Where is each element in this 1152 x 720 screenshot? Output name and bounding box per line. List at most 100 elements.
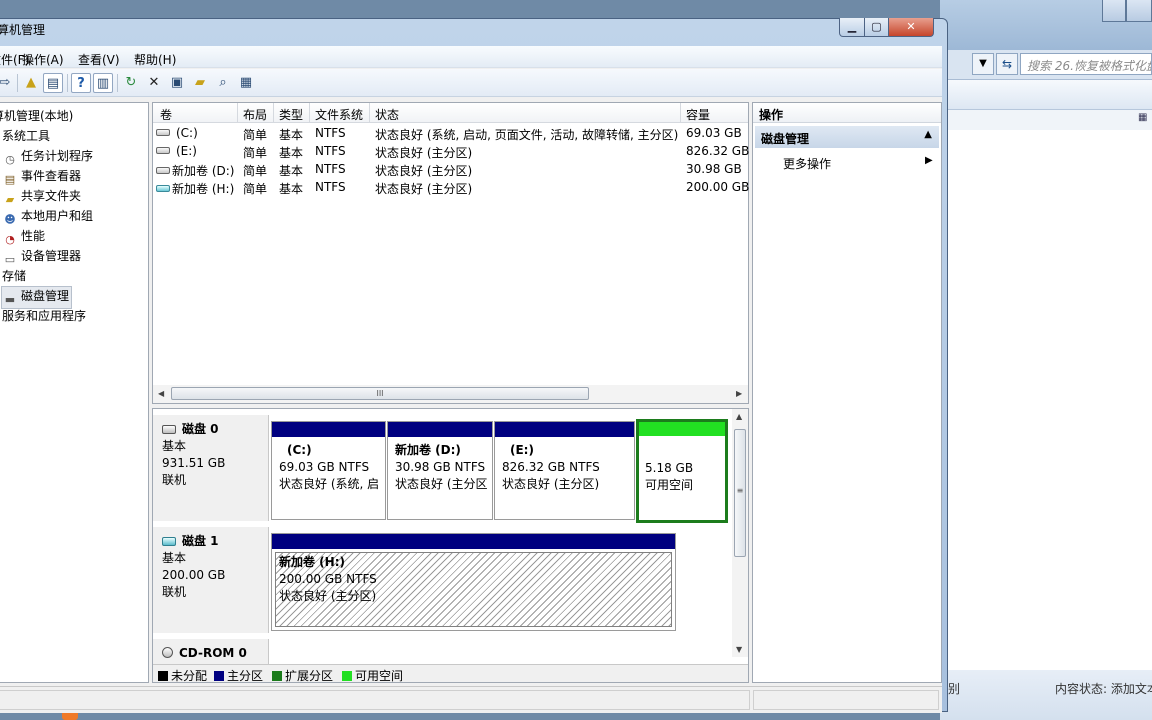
tree-item-label: 本地用户和组 — [21, 209, 94, 223]
col-header-volume[interactable]: 卷 — [160, 106, 172, 123]
volume-disk-icon — [156, 129, 170, 136]
users-icon: ☻ — [4, 213, 16, 226]
volume-cell: (E:) — [156, 144, 197, 158]
magnifier-icon[interactable]: ⌕ — [213, 73, 233, 93]
event-log-icon: ▤ — [4, 173, 16, 186]
disk-1-label[interactable]: 磁盘 1 基本 200.00 GB 联机 — [153, 527, 269, 633]
legend-label: 扩展分区 — [285, 669, 334, 683]
device-manager-icon: ▭ — [4, 253, 16, 266]
volume-cell: 新加卷 (H:) — [156, 180, 234, 197]
partition-size: 200.00 GB NTFS — [279, 572, 377, 586]
actions-section-disk-management[interactable]: 磁盘管理 ▲ — [755, 126, 939, 148]
volume-name: 新加卷 (H:) — [172, 182, 235, 196]
collapse-icon[interactable]: ▲ — [924, 129, 932, 140]
view-options-icon[interactable]: ▦ — [1138, 112, 1150, 124]
tree-item-shared-folders[interactable]: ▰ 共享文件夹 — [2, 187, 81, 208]
scroll-up-icon[interactable]: ▲ — [736, 412, 742, 421]
partition-bar — [272, 422, 385, 437]
submenu-arrow-icon[interactable]: ▶ — [925, 155, 933, 166]
tree-item-computer-management[interactable]: 算机管理(本地) — [0, 107, 73, 124]
filesystem-cell: NTFS — [315, 162, 346, 176]
tree-item-storage[interactable]: 存储 — [2, 267, 26, 284]
maximize-button[interactable]: ▢ — [864, 18, 889, 37]
tree-item-task-scheduler[interactable]: ◷ 任务计划程序 — [2, 147, 93, 168]
col-header-status[interactable]: 状态 — [375, 106, 399, 123]
column-divider[interactable] — [237, 103, 238, 123]
refresh-arrows-icon[interactable]: ⇆ — [996, 53, 1018, 75]
disk-state: 联机 — [162, 585, 187, 599]
volume-disk-icon — [156, 167, 170, 174]
background-minimize-button[interactable] — [1102, 0, 1126, 22]
open-folder-icon[interactable]: ▰ — [190, 73, 210, 93]
legend: 未分配 主分区 扩展分区 可用空间 — [153, 664, 748, 682]
layout-cell: 简单 — [243, 164, 268, 178]
vertical-scroll-thumb[interactable]: ≡ — [734, 429, 746, 557]
tree-item-device-manager[interactable]: ▭ 设备管理器 — [2, 247, 81, 268]
disk-0-label[interactable]: 磁盘 0 基本 931.51 GB 联机 — [153, 415, 269, 521]
tree-item-services-apps[interactable]: 服务和应用程序 — [2, 307, 86, 324]
toolbar-separator — [17, 74, 18, 92]
column-divider[interactable] — [369, 103, 370, 123]
table-row[interactable]: 新加卷 (H:) 简单 基本 NTFS 状态良好 (主分区) 200.00 GB — [153, 178, 749, 197]
tree-item-event-viewer[interactable]: ▤ 事件查看器 — [2, 167, 81, 188]
address-dropdown-icon[interactable]: ▼ — [972, 53, 994, 75]
tree-item-performance[interactable]: ◔ 性能 — [2, 227, 45, 248]
delete-icon[interactable]: ✕ — [144, 73, 164, 93]
horizontal-scrollbar[interactable]: ◀ III ▶ — [153, 385, 748, 403]
partition-h[interactable]: 新加卷 (H:) 200.00 GB NTFS 状态良好 (主分区) — [271, 533, 676, 631]
up-folder-icon[interactable]: ▲ — [21, 73, 41, 93]
minimize-button[interactable]: ▁ — [839, 18, 865, 37]
type-cell: 基本 — [279, 128, 304, 142]
col-header-capacity[interactable]: 容量 — [686, 106, 710, 123]
legend-swatch — [214, 671, 224, 681]
tree-item-local-users[interactable]: ☻ 本地用户和组 — [2, 207, 93, 228]
partition-d[interactable]: 新加卷 (D:) 30.98 GB NTFS 状态良好 (主分区 — [387, 421, 493, 520]
partition-size: 30.98 GB NTFS — [395, 460, 486, 474]
free-space-partition[interactable]: 5.18 GB 可用空间 — [636, 419, 728, 523]
disk-size: 931.51 GB — [162, 456, 226, 470]
col-header-type[interactable]: 类型 — [279, 106, 303, 123]
vertical-scrollbar[interactable]: ▲ ≡ ▼ — [732, 409, 748, 657]
show-hide-action-pane-icon[interactable]: ▥ — [93, 73, 113, 93]
legend-label: 可用空间 — [355, 669, 404, 683]
show-hide-tree-icon[interactable]: ▤ — [43, 73, 63, 93]
table-row[interactable]: 新加卷 (D:) 简单 基本 NTFS 状态良好 (主分区) 30.98 GB — [153, 160, 748, 178]
scroll-grip: III — [376, 389, 384, 398]
tree-item-disk-management[interactable]: ▬ 磁盘管理 — [1, 286, 73, 309]
partition-e[interactable]: (E:) 826.32 GB NTFS 状态良好 (主分区) — [494, 421, 635, 520]
partition-status: 状态良好 (主分区) — [279, 589, 377, 603]
col-header-layout[interactable]: 布局 — [243, 106, 267, 123]
background-status-bar: 别 内容状态: 添加文本 — [940, 670, 1152, 720]
refresh-icon[interactable]: ↻ — [121, 73, 141, 93]
col-header-filesystem[interactable]: 文件系统 — [315, 106, 363, 123]
more-actions-item[interactable]: 更多操作 — [783, 155, 831, 172]
background-search-input[interactable]: 搜索 26.恢复被格式化盘 — [1020, 53, 1152, 75]
table-row[interactable]: (E:) 简单 基本 NTFS 状态良好 (主分区) 826.32 GB — [153, 142, 749, 160]
usb-disk-icon — [156, 185, 170, 192]
background-title-bar — [940, 0, 1152, 50]
scroll-left-icon[interactable]: ◀ — [158, 389, 164, 398]
column-divider[interactable] — [680, 103, 681, 123]
tree-item-system-tools[interactable]: 系统工具 — [2, 127, 50, 144]
background-maximize-button[interactable] — [1126, 0, 1152, 22]
partition-name: (E:) — [510, 443, 534, 457]
help-icon[interactable]: ? — [71, 73, 91, 93]
volume-list: 卷 布局 类型 文件系统 状态 容量 (C:) 简单 基本 NTFS 状态良好 … — [152, 102, 749, 404]
menu-action[interactable]: 操作(A) — [22, 51, 64, 68]
properties-icon[interactable]: ▣ — [167, 73, 187, 93]
horizontal-scroll-thumb[interactable]: III — [171, 387, 589, 400]
column-divider[interactable] — [309, 103, 310, 123]
scroll-right-icon[interactable]: ▶ — [736, 389, 742, 398]
column-divider[interactable] — [273, 103, 274, 123]
partition-c[interactable]: (C:) 69.03 GB NTFS 状态良好 (系统, 启 — [271, 421, 386, 520]
disk-state: 联机 — [162, 473, 187, 487]
disk-settings-icon[interactable]: ▦ — [236, 73, 256, 93]
back-icon[interactable]: ⇨ — [0, 73, 15, 93]
volume-cell: (C:) — [156, 126, 198, 140]
scroll-down-icon[interactable]: ▼ — [736, 645, 742, 654]
close-button[interactable]: ✕ — [888, 18, 934, 37]
table-row[interactable]: (C:) 简单 基本 NTFS 状态良好 (系统, 启动, 页面文件, 活动, … — [153, 124, 748, 142]
partition-bar — [388, 422, 492, 437]
menu-help[interactable]: 帮助(H) — [134, 51, 176, 68]
menu-view[interactable]: 查看(V) — [78, 51, 120, 68]
